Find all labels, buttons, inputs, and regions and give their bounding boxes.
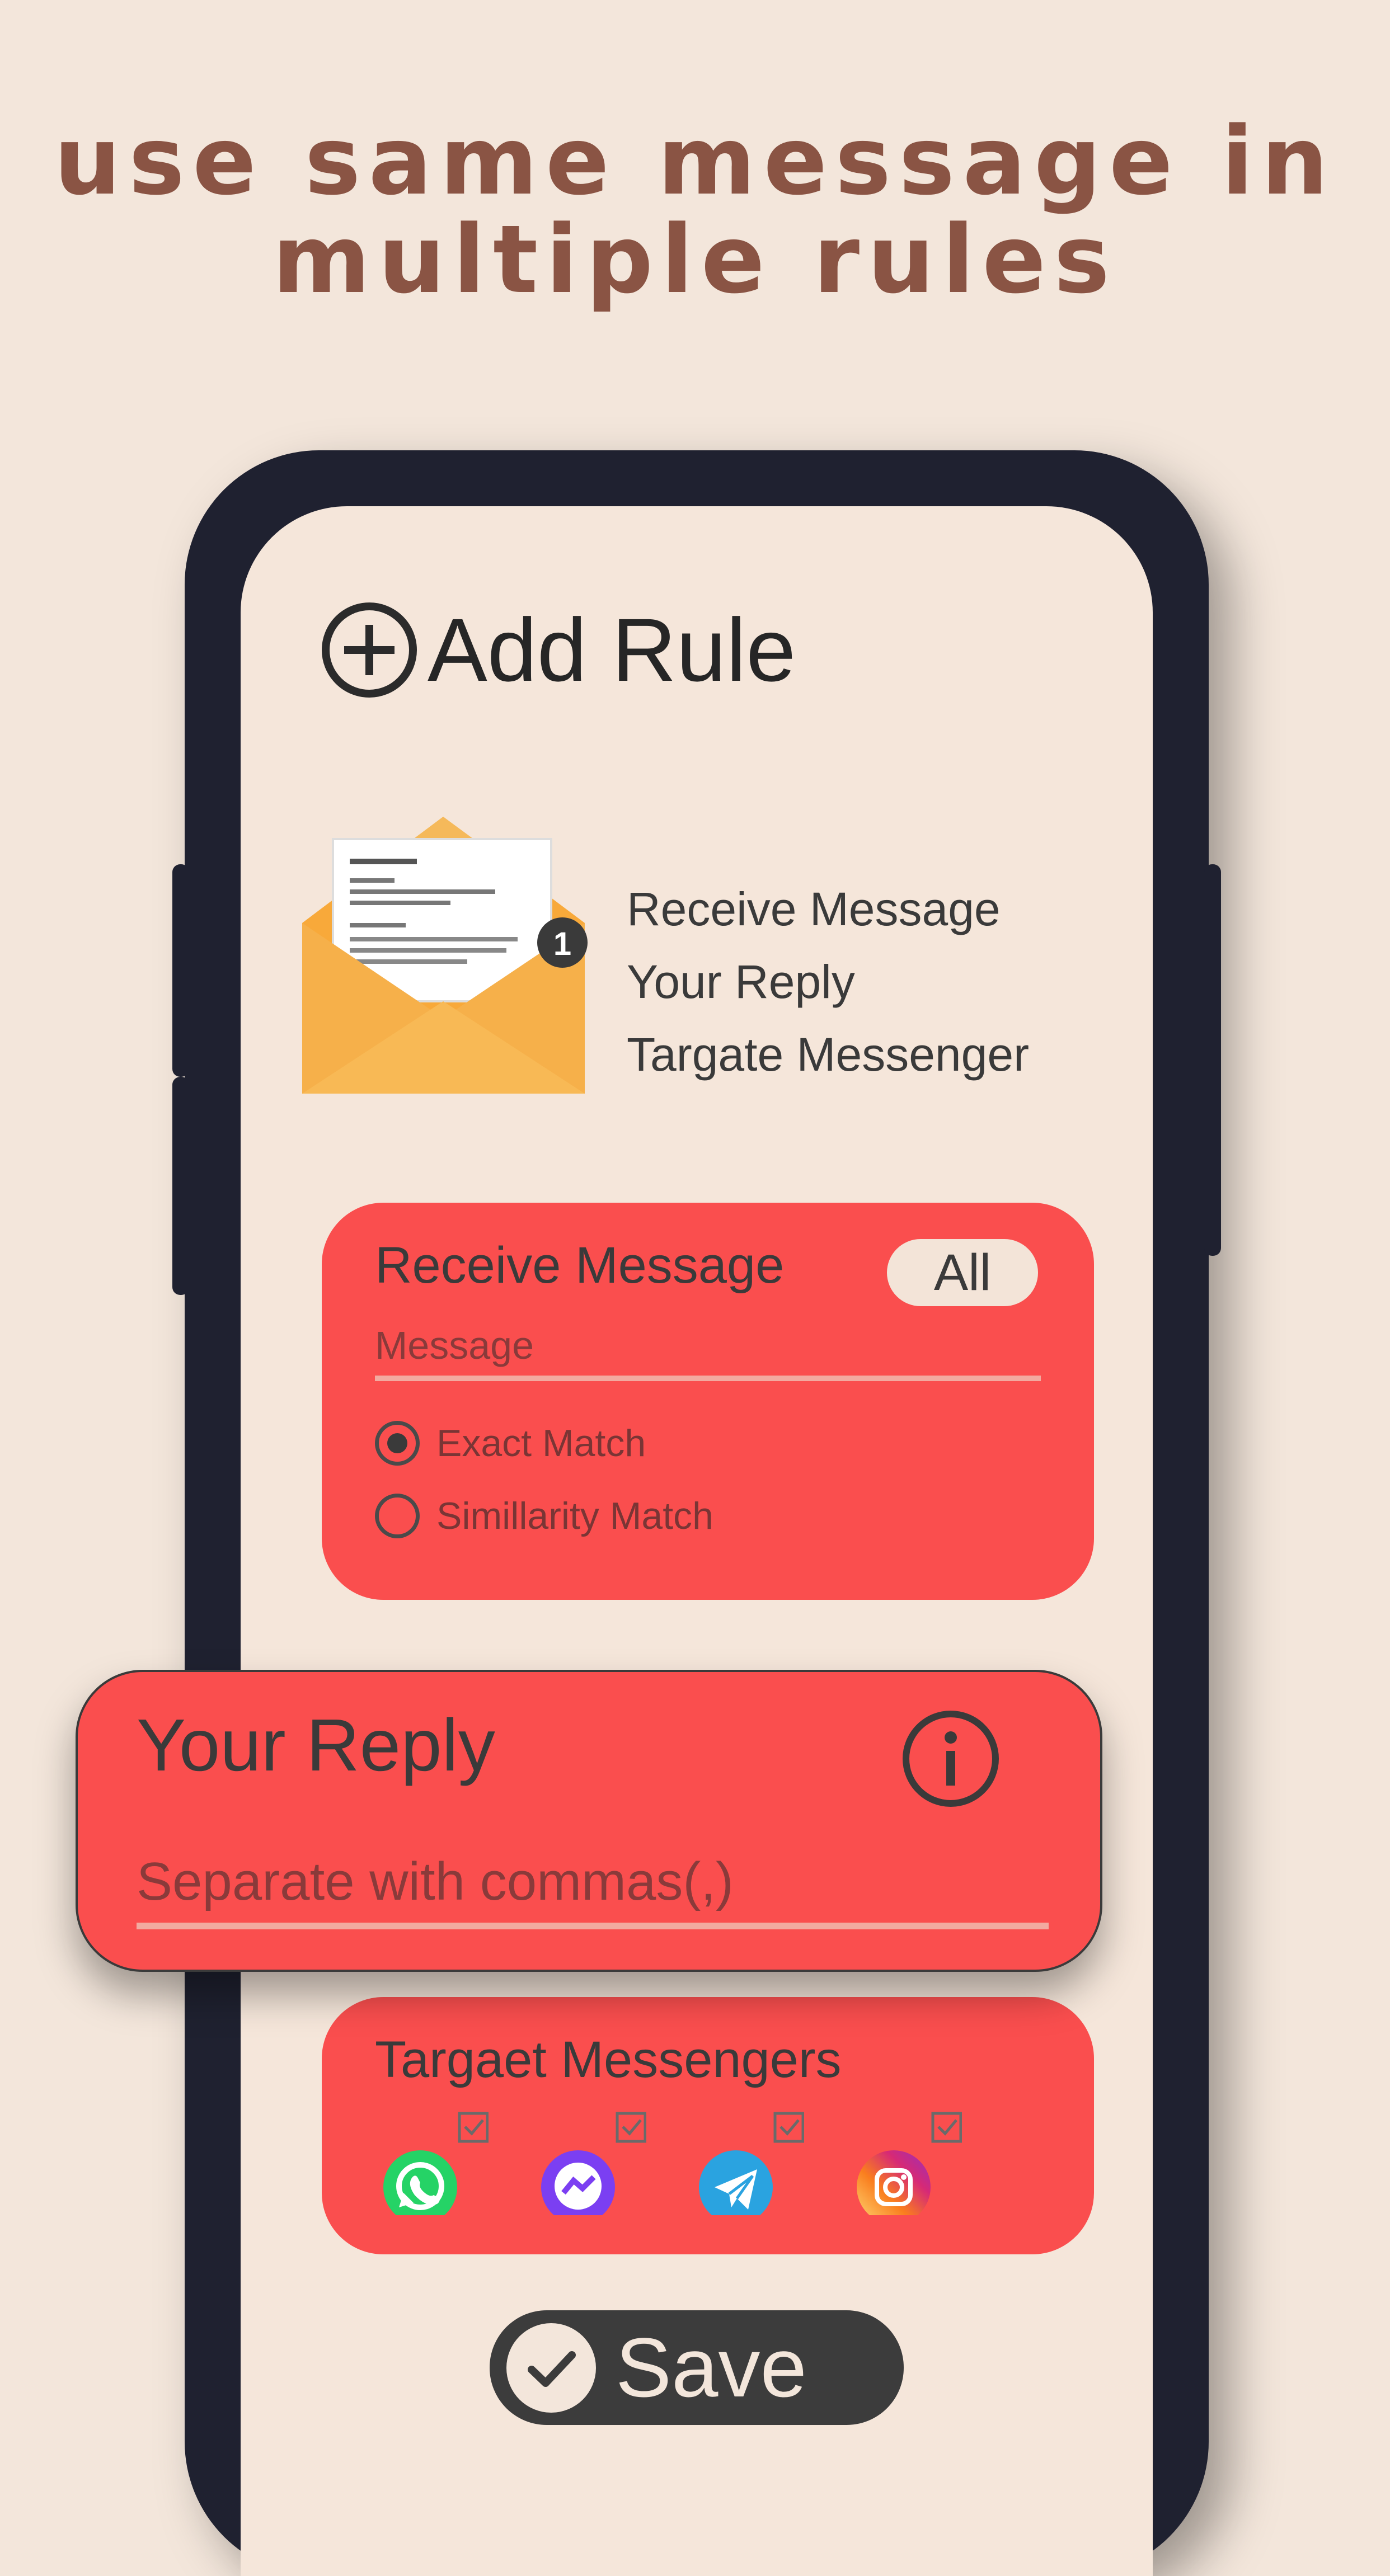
phone-screen: Add Rule 1 Receive Message Your Reply Ta… — [241, 506, 1153, 2576]
exact-match-option[interactable]: Exact Match — [375, 1421, 646, 1466]
similarity-match-radio[interactable] — [375, 1494, 420, 1538]
exact-match-label: Exact Match — [436, 1422, 646, 1464]
info-icon[interactable] — [900, 1708, 1001, 1809]
exact-match-radio[interactable] — [375, 1421, 420, 1466]
illustration-legend: Receive Message Your Reply Targate Messe… — [627, 873, 1029, 1091]
phone-side-button-lower — [172, 1077, 189, 1295]
all-toggle-button[interactable]: All — [887, 1239, 1038, 1306]
plus-circle-icon — [322, 602, 417, 698]
add-rule-header[interactable]: Add Rule — [319, 599, 796, 701]
reply-input[interactable] — [137, 1851, 1049, 1929]
your-reply-card: Your Reply — [76, 1670, 1102, 1972]
add-rule-title: Add Rule — [428, 600, 796, 700]
headline-line-2: multiple rules — [272, 205, 1118, 314]
phone-power-button — [1204, 864, 1221, 1256]
message-input[interactable] — [375, 1323, 1041, 1381]
check-circle-icon — [506, 2323, 596, 2413]
envelope-illustration: 1 — [302, 817, 616, 1121]
target-messengers-card: Targaet Messengers — [322, 1997, 1094, 2254]
headline-line-1: use same message in — [54, 106, 1336, 216]
target-messengers-title: Targaet Messengers — [375, 2031, 842, 2088]
phone-frame: Add Rule 1 Receive Message Your Reply Ta… — [172, 450, 1221, 2576]
similarity-match-label: Simillarity Match — [436, 1495, 713, 1537]
similarity-match-option[interactable]: Simillarity Match — [375, 1494, 713, 1538]
messenger-option-whatsapp[interactable] — [383, 2112, 489, 2226]
headline: use same message in multiple rules — [0, 112, 1390, 309]
receive-message-title: Receive Message — [375, 1237, 785, 1294]
messenger-option-instagram[interactable] — [857, 2112, 962, 2226]
messenger-option-telegram[interactable] — [699, 2112, 804, 2226]
save-button[interactable]: Save — [490, 2310, 904, 2425]
legend-receive-message: Receive Message — [627, 883, 1001, 935]
phone-side-button-upper — [172, 864, 189, 1077]
receive-message-card: Receive Message All Exact Match Simillar… — [322, 1203, 1094, 1600]
legend-targate-messenger: Targate Messenger — [627, 1028, 1030, 1081]
save-label: Save — [616, 2320, 807, 2414]
messenger-option-messenger[interactable] — [541, 2112, 646, 2226]
envelope-badge: 1 — [553, 926, 571, 962]
your-reply-title: Your Reply — [137, 1704, 495, 1786]
legend-your-reply: Your Reply — [627, 955, 855, 1008]
